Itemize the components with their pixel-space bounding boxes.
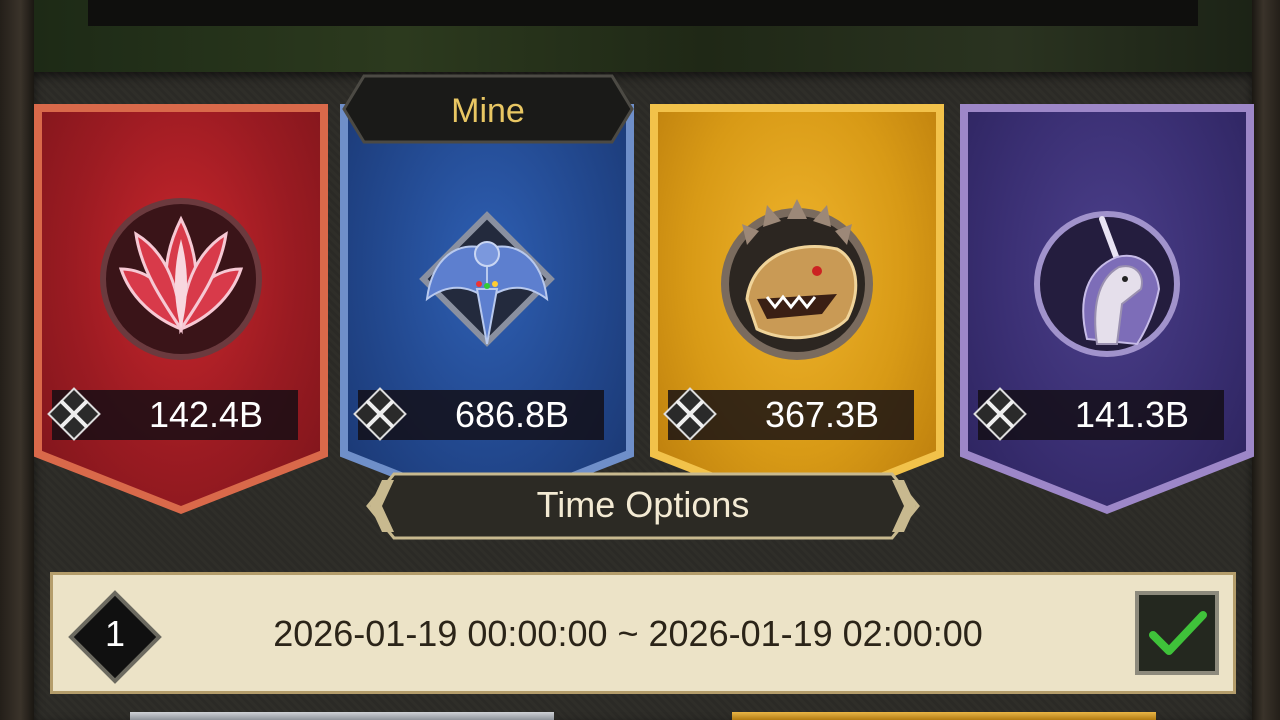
right-frame: [1252, 0, 1280, 720]
unicorn-emblem-icon: [1034, 211, 1180, 357]
faction-banner-gold[interactable]: 367.3B: [650, 104, 944, 514]
mine-label: Mine: [451, 92, 525, 130]
lotus-emblem-icon: [100, 198, 262, 360]
power-display: 141.3B: [973, 387, 1224, 441]
time-slot-row[interactable]: 1 2026-01-19 00:00:00 ~ 2026-01-19 02:00…: [50, 572, 1236, 694]
slot-checkbox[interactable]: [1135, 591, 1219, 675]
power-value: 142.4B: [148, 394, 264, 435]
power-value: 686.8B: [454, 394, 570, 435]
crossed-swords-icon: [353, 387, 407, 441]
faction-banner-blue[interactable]: 686.8B: [340, 104, 634, 514]
time-options-label: Time Options: [536, 484, 750, 525]
bottom-button-left[interactable]: [130, 712, 554, 720]
checkmark-icon: [1149, 611, 1207, 655]
time-range-text: 2026-01-19 00:00:00 ~ 2026-01-19 02:00:0…: [273, 613, 983, 654]
slot-index-badge: 1: [67, 589, 163, 685]
crossed-swords-icon: [973, 387, 1027, 441]
mine-tab: Mine: [342, 74, 634, 144]
bottom-button-right[interactable]: [732, 712, 1156, 720]
crossed-swords-icon: [663, 387, 717, 441]
top-bar: [88, 0, 1198, 26]
faction-banner-purple[interactable]: 141.3B: [960, 104, 1254, 514]
phoenix-emblem-icon: [419, 211, 555, 347]
crossed-swords-icon: [47, 387, 101, 441]
power-display: 367.3B: [663, 387, 914, 441]
power-display: 686.8B: [353, 387, 604, 441]
left-frame: [0, 0, 34, 720]
slot-index: 1: [104, 613, 126, 654]
dragon-emblem-icon: [721, 199, 873, 360]
power-display: 142.4B: [47, 387, 298, 441]
power-value: 367.3B: [764, 394, 880, 435]
faction-banner-red[interactable]: 142.4B: [34, 104, 328, 514]
power-value: 141.3B: [1074, 394, 1190, 435]
time-options-button[interactable]: Time Options: [364, 470, 922, 542]
